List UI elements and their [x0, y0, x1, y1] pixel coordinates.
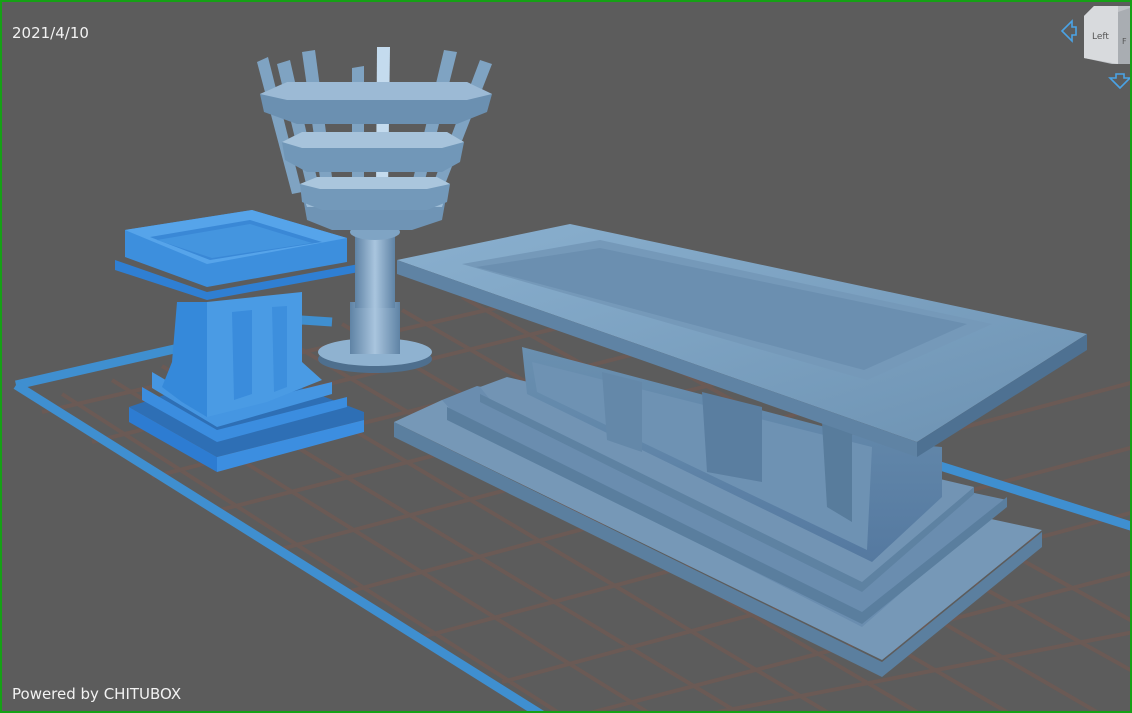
- powered-by-label: Powered by CHITUBOX: [12, 685, 182, 703]
- basin-model[interactable]: [115, 210, 364, 472]
- view-cube-icon[interactable]: Left F: [1080, 6, 1130, 64]
- view-cube-front-face: F: [1122, 37, 1127, 46]
- down-arrow-icon[interactable]: [1108, 72, 1132, 90]
- date-label: 2021/4/10: [12, 24, 89, 42]
- view-cube-left-face: Left: [1092, 32, 1109, 42]
- scene-canvas[interactable]: [2, 2, 1132, 713]
- 3d-viewport[interactable]: 2021/4/10 Powered by CHITUBOX Left F: [0, 0, 1132, 713]
- left-arrow-icon[interactable]: [1060, 18, 1078, 44]
